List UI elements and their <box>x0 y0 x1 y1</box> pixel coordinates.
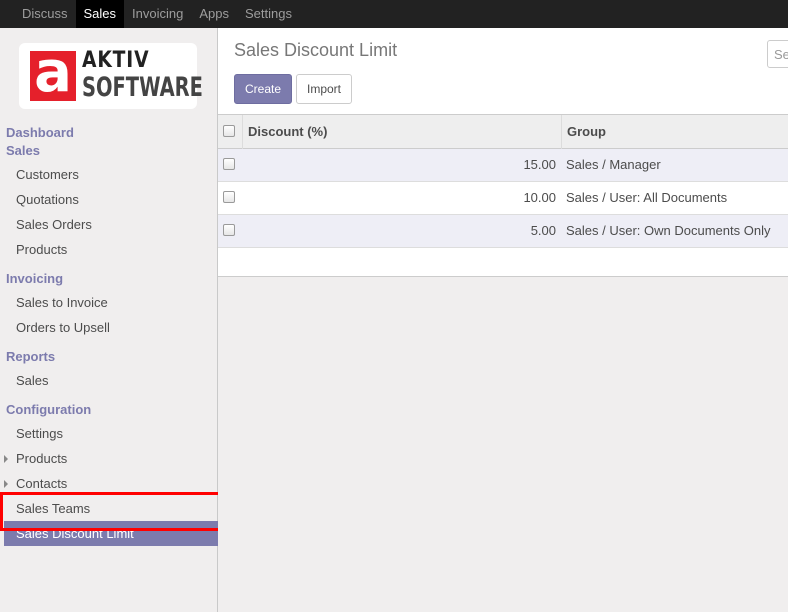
select-all-checkbox[interactable] <box>223 125 235 137</box>
table-row[interactable]: 5.00 Sales / User: Own Documents Only <box>218 215 788 248</box>
sidebar-item-sales-discount-limit[interactable]: Sales Discount Limit <box>4 521 218 546</box>
menu-settings[interactable]: Settings <box>237 0 300 28</box>
page-title: Sales Discount Limit <box>234 40 398 60</box>
logo-letter: a <box>34 40 72 105</box>
column-divider <box>242 115 243 149</box>
import-button[interactable]: Import <box>296 74 352 104</box>
main-content: Sales Discount Limit Create Import Se Di… <box>218 28 788 612</box>
sidebar-item-config-settings[interactable]: Settings <box>0 421 218 446</box>
cell-group: Sales / Manager <box>566 157 661 172</box>
sidebar-item-sales-to-invoice[interactable]: Sales to Invoice <box>0 290 218 315</box>
table-row[interactable]: 15.00 Sales / Manager <box>218 149 788 182</box>
sidebar-section-reports[interactable]: Reports <box>0 348 218 366</box>
menu-apps[interactable]: Apps <box>191 0 237 28</box>
logo-text-line2: SOFTWARE <box>82 72 203 103</box>
sidebar-item-products[interactable]: Products <box>0 237 218 262</box>
cell-discount: 5.00 <box>530 223 556 238</box>
sidebar-item-dashboard[interactable]: Dashboard <box>0 124 218 142</box>
sidebar-item-sales-teams[interactable]: Sales Teams <box>0 496 218 521</box>
app-menu: Discuss Sales Invoicing Apps Settings <box>14 0 300 28</box>
control-panel: Sales Discount Limit Create Import Se <box>218 28 788 114</box>
table-header: Discount (%) Group <box>218 115 788 149</box>
row-checkbox[interactable] <box>223 224 235 236</box>
top-navbar: Discuss Sales Invoicing Apps Settings <box>0 0 788 28</box>
caret-right-icon <box>4 480 8 488</box>
row-checkbox[interactable] <box>223 191 235 203</box>
menu-invoicing[interactable]: Invoicing <box>124 0 191 28</box>
create-button[interactable]: Create <box>234 74 292 104</box>
sidebar-item-label: Contacts <box>16 476 68 491</box>
logo-text-line1: AKTIV <box>82 48 150 73</box>
cell-group: Sales / User: All Documents <box>566 190 728 205</box>
list-view: Discount (%) Group 15.00 Sales / Manager… <box>218 114 788 277</box>
sidebar-section-sales[interactable]: Sales <box>0 142 218 160</box>
sidebar-nav: Dashboard Sales Customers Quotations Sal… <box>0 124 218 546</box>
sidebar: a AKTIV SOFTWARE Dashboard Sales Custome… <box>0 28 218 612</box>
column-header-discount[interactable]: Discount (%) <box>248 124 327 139</box>
sidebar-item-quotations[interactable]: Quotations <box>0 187 218 212</box>
search-input[interactable]: Se <box>767 40 788 68</box>
sidebar-item-config-contacts[interactable]: Contacts <box>0 471 218 496</box>
sidebar-item-config-products[interactable]: Products <box>0 446 218 471</box>
cell-discount: 15.00 <box>523 157 556 172</box>
sidebar-section-invoicing[interactable]: Invoicing <box>0 270 218 288</box>
sidebar-item-reports-sales[interactable]: Sales <box>0 368 218 393</box>
sidebar-item-sales-orders[interactable]: Sales Orders <box>0 212 218 237</box>
menu-discuss[interactable]: Discuss <box>14 0 76 28</box>
cell-group: Sales / User: Own Documents Only <box>566 223 771 238</box>
company-logo[interactable]: a AKTIV SOFTWARE <box>19 43 203 109</box>
column-header-group[interactable]: Group <box>567 124 606 139</box>
table-row[interactable]: 10.00 Sales / User: All Documents <box>218 182 788 215</box>
sidebar-item-orders-to-upsell[interactable]: Orders to Upsell <box>0 315 218 340</box>
sidebar-item-label: Products <box>16 451 68 466</box>
row-checkbox[interactable] <box>223 158 235 170</box>
logo-mark: a <box>30 43 76 103</box>
caret-right-icon <box>4 455 8 463</box>
menu-sales[interactable]: Sales <box>75 0 125 28</box>
column-divider <box>561 115 562 149</box>
sidebar-item-customers[interactable]: Customers <box>0 162 218 187</box>
sidebar-section-configuration[interactable]: Configuration <box>0 401 218 419</box>
cell-discount: 10.00 <box>523 190 556 205</box>
